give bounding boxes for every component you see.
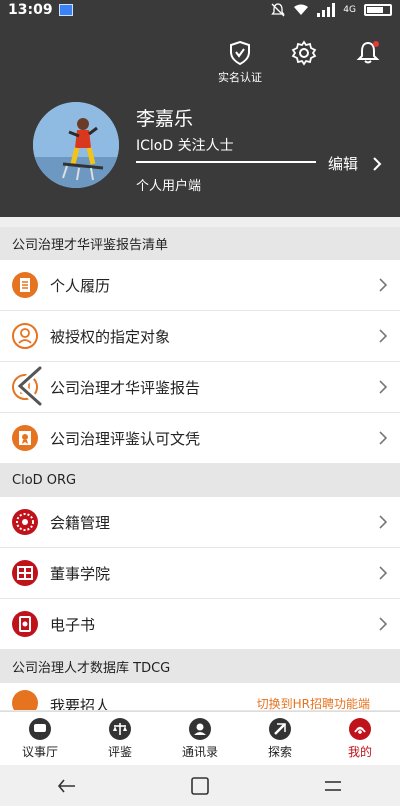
menu-icon[interactable] [322,775,344,797]
list-item-academy[interactable]: 董事学院 [0,548,400,599]
tab-label: 评鉴 [107,745,132,759]
section-header-org: CloD ORG [0,464,400,497]
document-icon [12,272,38,298]
list-item-certificate[interactable]: 公司治理评鉴认可文凭 [0,413,400,464]
list-item-label: 公司治理才华评鉴报告 [50,378,201,397]
status-time: 13:09 [8,2,53,18]
academy-icon [12,560,38,586]
header-actions: 实名认证 [208,40,400,90]
user-type: 个人用户端 [136,179,202,194]
shield-check-icon [230,40,250,66]
membership-icon [12,509,38,535]
status-bar: 13:09 4G [0,0,400,20]
edit-profile-button[interactable]: 编辑 [328,153,382,174]
tab-label: 通讯录 [181,745,218,759]
bottom-tab-bar: 议事厅 评鉴 通讯录 探索 我的 [0,711,400,765]
network-type: 4G [343,5,356,15]
user-name: 李嘉乐 [136,108,194,130]
list-item-label: 电子书 [50,615,96,634]
list-item-label: 会籍管理 [50,513,111,532]
avatar-image [33,102,119,188]
divider [136,161,316,163]
verify-button[interactable]: 实名认证 [208,40,272,90]
tab-label: 我的 [347,745,372,759]
contacts-icon [189,718,211,740]
chevron-right-icon [379,278,388,292]
chevron-right-icon [379,566,388,580]
chevron-right-icon [379,431,388,445]
gear-icon [291,40,317,66]
signal-icon [317,3,336,17]
chevron-right-icon [379,515,388,529]
tab-evaluation[interactable]: 评鉴 [80,712,160,765]
tab-label: 探索 [267,745,292,759]
tab-label: 议事厅 [21,745,58,759]
notifications-button[interactable] [336,40,400,90]
edit-label: 编辑 [328,155,359,173]
tab-discussion[interactable]: 议事厅 [0,712,80,765]
gallery-notification-icon [58,4,73,16]
list-item-label: 公司治理评鉴认可文凭 [50,429,201,448]
verify-label: 实名认证 [218,71,262,84]
chat-icon [29,718,51,740]
back-icon[interactable] [56,775,78,797]
list-item-label: 被授权的指定对象 [50,327,171,346]
section-header-reports: 公司治理才华评鉴报告清单 [0,227,400,260]
list-item-label: 个人履历 [50,276,111,295]
home-icon[interactable] [189,775,211,797]
certificate-icon [12,425,38,451]
battery-icon [364,4,392,16]
list-item-recruit[interactable]: 我要招人 切换到HR招聘功能端 [0,683,400,711]
person-check-icon [12,323,38,349]
list-item-label: 董事学院 [50,564,111,583]
list-item-ebook[interactable]: 电子书 [0,599,400,650]
bell-icon [356,41,380,64]
profile-icon [349,718,371,740]
list-item-membership[interactable]: 会籍管理 [0,497,400,548]
back-arrow-overlay-icon[interactable] [14,365,46,407]
chevron-right-icon [379,329,388,343]
settings-button[interactable] [272,40,336,90]
avatar[interactable] [33,102,119,188]
tab-explore[interactable]: 探索 [240,712,320,765]
bell-muted-icon [271,3,286,17]
list-item-resume[interactable]: 个人履历 [0,260,400,311]
compass-icon [269,718,291,740]
section-header-tdcg: 公司治理人才数据库 TDCG [0,650,400,683]
scale-icon [109,718,131,740]
tab-mine[interactable]: 我的 [320,712,400,765]
tab-contacts[interactable]: 通讯录 [160,712,240,765]
system-nav-bar [0,765,400,806]
chevron-right-icon [379,617,388,631]
chevron-right-icon [379,380,388,394]
list-item-authorized[interactable]: 被授权的指定对象 [0,311,400,362]
list-item-label: 我要招人 [50,697,111,711]
list-item-report[interactable]: 公司治理才华评鉴报告 [0,362,400,413]
ebook-icon [12,611,38,637]
profile-header: 实名认证 李嘉乐 ICloD 关注人士 编辑 个人用户端 [0,20,400,217]
user-title: ICloD 关注人士 [136,138,234,154]
recruit-icon [12,690,38,710]
chevron-right-icon [373,156,382,171]
switch-hr-note[interactable]: 切换到HR招聘功能端 [257,695,370,710]
wifi-icon [294,4,309,15]
